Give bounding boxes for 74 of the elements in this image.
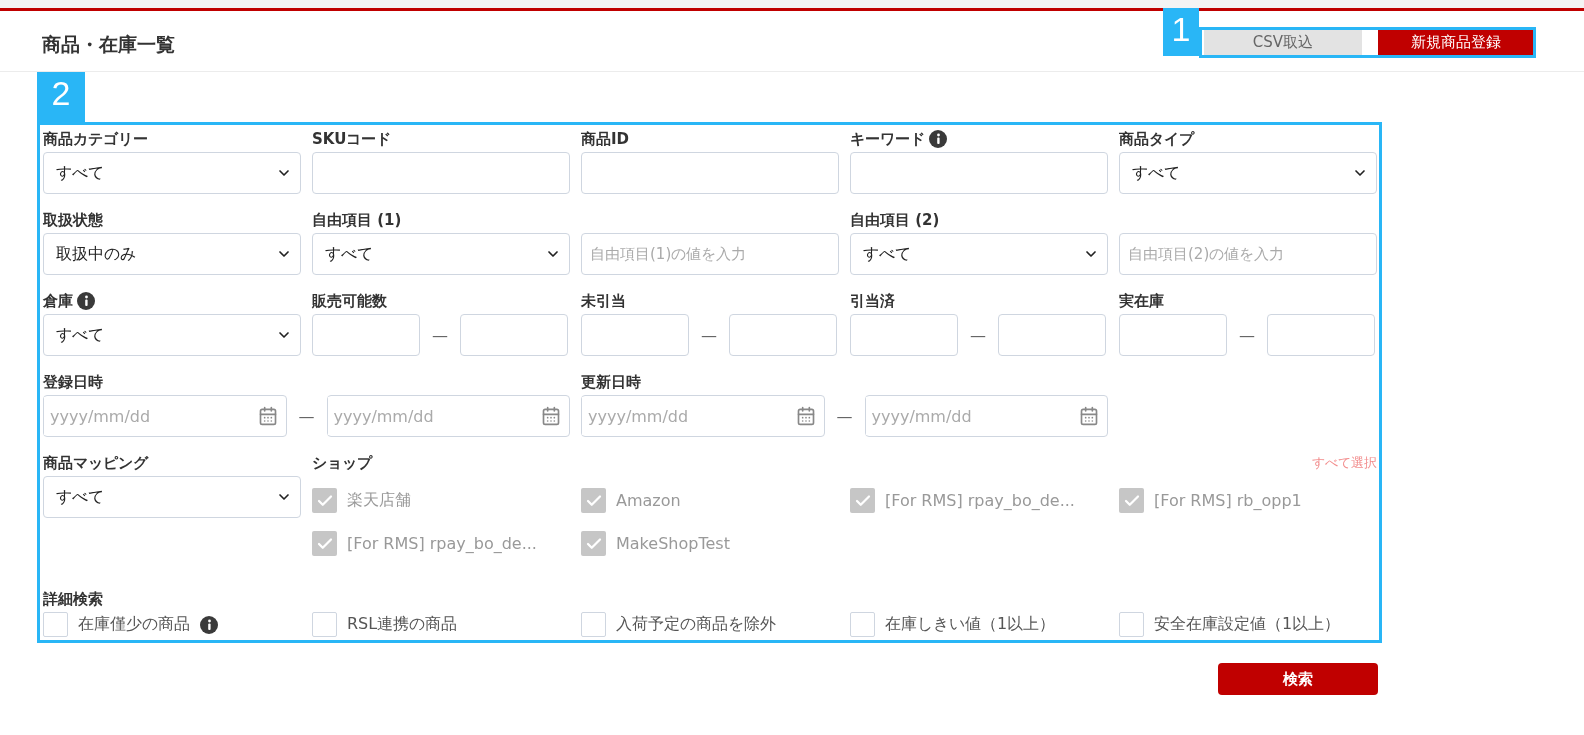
min-field[interactable] — [312, 314, 420, 356]
callout-badge: 1 — [1163, 8, 1199, 56]
checkbox-label: 楽天店舗 — [347, 490, 411, 511]
select-field[interactable]: すべて — [1119, 152, 1377, 194]
checkbox-label: 入荷予定の商品を除外 — [616, 614, 776, 635]
field-label: 更新日時 — [581, 372, 641, 392]
range-dash: — — [432, 325, 448, 345]
date-field[interactable]: yyyy/mm/dd — [864, 395, 1108, 437]
calendar-icon — [1079, 406, 1099, 426]
select-field[interactable]: すべて — [850, 233, 1108, 275]
select-field[interactable]: すべて — [43, 152, 301, 194]
range-dash: — — [1239, 325, 1255, 345]
checkbox[interactable] — [43, 612, 68, 637]
min-field[interactable] — [850, 314, 958, 356]
range-dash: — — [970, 325, 986, 345]
checkbox-label: Amazon — [616, 491, 681, 510]
checkbox-label: 安全在庫設定値（1以上） — [1154, 614, 1341, 635]
range-dash: — — [701, 325, 717, 345]
checkbox-label: 在庫しきい値（1以上） — [885, 614, 1056, 635]
checkbox[interactable] — [850, 612, 875, 637]
field-label: 商品ID — [581, 129, 630, 149]
field-label: 自由項目 (2) — [850, 210, 940, 230]
min-field[interactable] — [1119, 314, 1227, 356]
text-field[interactable] — [312, 152, 570, 194]
field-label: 未引当 — [581, 291, 626, 311]
field-label: 商品カテゴリー — [43, 129, 148, 149]
checkbox[interactable] — [581, 612, 606, 637]
checkbox-label: 在庫僅少の商品 — [78, 614, 190, 635]
max-field[interactable] — [998, 314, 1106, 356]
select-field[interactable]: すべて — [43, 314, 301, 356]
date-field[interactable]: yyyy/mm/dd — [43, 395, 287, 437]
max-field[interactable] — [729, 314, 837, 356]
select-field[interactable]: すべて — [43, 476, 301, 518]
max-field[interactable] — [460, 314, 568, 356]
checkbox-label: [For RMS] rpay_bo_de... — [347, 534, 537, 553]
checkbox-label: [For RMS] rb_opp1 — [1154, 491, 1302, 510]
text-field[interactable]: 自由項目(1)の値を入力 — [581, 233, 839, 275]
field-label: 登録日時 — [43, 372, 103, 392]
calendar-icon — [541, 406, 561, 426]
register-button[interactable]: 新規商品登録 — [1378, 30, 1533, 55]
range-dash: — — [836, 406, 853, 426]
field-label: 商品マッピング — [43, 453, 148, 473]
range-dash: — — [298, 406, 315, 426]
calendar-icon — [257, 406, 278, 426]
checkbox[interactable] — [1119, 612, 1144, 637]
field-label: 商品タイプ — [1119, 129, 1194, 149]
section-label: 詳細検索 — [43, 590, 103, 608]
date-field[interactable]: yyyy/mm/dd — [581, 395, 825, 437]
select-field[interactable]: 取扱中のみ — [43, 233, 301, 275]
checkbox-label: [For RMS] rpay_bo_de... — [885, 491, 1075, 510]
page-title: 商品・在庫一覧 — [42, 32, 175, 57]
checkbox[interactable] — [312, 612, 337, 637]
text-field[interactable]: 自由項目(2)の値を入力 — [1119, 233, 1377, 275]
field-label: 引当済 — [850, 291, 895, 311]
checkbox-label: RSL連携の商品 — [347, 614, 458, 635]
text-field[interactable] — [581, 152, 839, 194]
calendar-icon — [795, 406, 816, 426]
field-label: 販売可能数 — [312, 291, 387, 311]
field-label: 倉庫 — [43, 291, 73, 311]
field-label: 自由項目 (1) — [312, 210, 402, 230]
field-label: ショップ — [312, 453, 372, 473]
field-label: SKUコード — [312, 129, 392, 149]
min-field[interactable] — [581, 314, 689, 356]
field-label: 取扱状態 — [43, 210, 103, 230]
field-label: キーワード — [850, 129, 925, 149]
search-button[interactable]: 検索 — [1218, 663, 1378, 695]
import-button[interactable]: CSV取込 — [1204, 30, 1362, 55]
field-label: 実在庫 — [1119, 291, 1164, 311]
checkbox-label: MakeShopTest — [616, 534, 730, 553]
max-field[interactable] — [1267, 314, 1375, 356]
date-field[interactable]: yyyy/mm/dd — [326, 395, 570, 437]
select-field[interactable]: すべて — [312, 233, 570, 275]
text-field[interactable] — [850, 152, 1108, 194]
callout-badge: 2 — [37, 72, 85, 122]
